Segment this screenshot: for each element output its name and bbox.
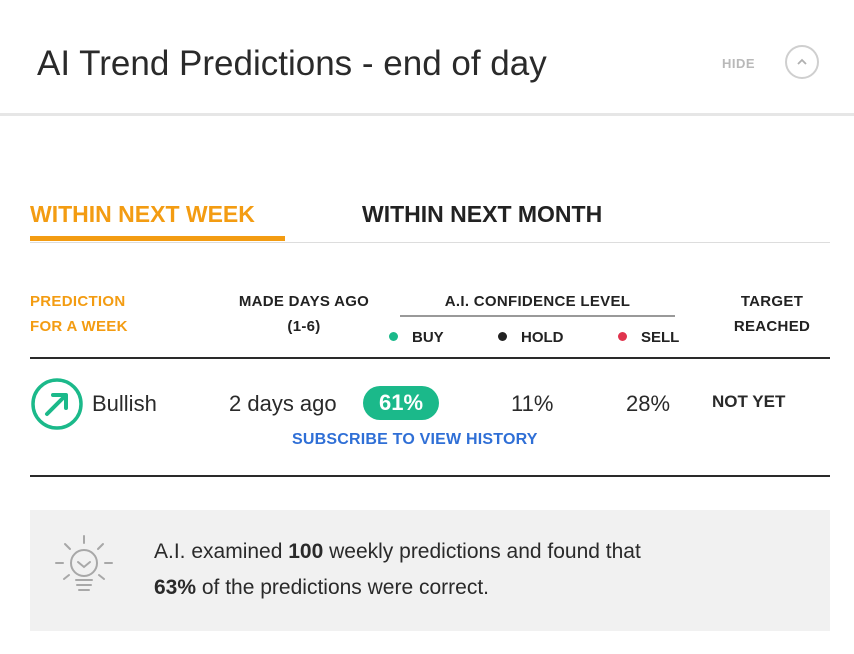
column-header-prediction-line2: FOR A WEEK	[30, 318, 128, 335]
column-header-target-line2: REACHED	[733, 318, 811, 335]
target-reached-value: NOT YET	[712, 392, 786, 411]
confidence-header-underline	[400, 315, 675, 317]
days-ago-value: 2 days ago	[229, 391, 337, 416]
column-header-target-line1: TARGET	[740, 293, 804, 310]
tab-within-next-month[interactable]: WITHIN NEXT MONTH	[362, 201, 602, 228]
hold-dot-icon	[498, 332, 507, 341]
prediction-label: Bullish	[92, 391, 157, 416]
lightbulb-icon	[52, 532, 116, 602]
sell-confidence-value: 28%	[626, 391, 671, 416]
hold-confidence-value: 11%	[511, 391, 554, 416]
sell-dot-icon	[618, 332, 627, 341]
trend-up-arrow-icon	[30, 377, 84, 431]
column-header-made-line1: MADE DAYS AGO	[238, 293, 370, 310]
legend-hold: HOLD	[498, 325, 564, 350]
insight-text-a: A.I. examined	[154, 540, 289, 563]
tab-within-next-week[interactable]: WITHIN NEXT WEEK	[30, 201, 255, 228]
legend-hold-label: HOLD	[521, 329, 564, 346]
subscribe-history-link[interactable]: SUBSCRIBE TO VIEW HISTORY	[292, 431, 538, 449]
widget-title: AI Trend Predictions - end of day	[37, 44, 547, 83]
table-bottom-rule	[30, 475, 830, 477]
widget-header: AI Trend Predictions - end of day HIDE	[0, 0, 854, 116]
chevron-up-icon	[797, 58, 807, 65]
column-header-made-days-ago: MADE DAYS AGO (1-6)	[224, 289, 384, 339]
buy-dot-icon	[389, 332, 398, 341]
insight-text: A.I. examined 100 weekly predictions and…	[154, 534, 794, 606]
column-header-confidence: A.I. CONFIDENCE LEVEL	[444, 293, 631, 310]
insight-panel: A.I. examined 100 weekly predictions and…	[30, 510, 830, 631]
column-header-prediction: PREDICTION FOR A WEEK	[30, 289, 128, 339]
table-top-rule	[30, 357, 830, 359]
legend-buy-label: BUY	[412, 329, 444, 346]
active-tab-indicator	[30, 236, 285, 241]
column-header-prediction-line1: PREDICTION	[30, 293, 126, 310]
legend-sell: SELL	[618, 325, 679, 350]
buy-confidence-badge: 61%	[363, 386, 439, 420]
legend-buy: BUY	[389, 325, 444, 350]
insight-text-b: weekly predictions and found that	[323, 540, 641, 563]
insight-text-c: of the predictions were correct.	[196, 576, 489, 599]
period-tabs: WITHIN NEXT WEEK WITHIN NEXT MONTH	[30, 195, 830, 243]
insight-percent: 63%	[154, 576, 197, 599]
hide-button[interactable]: HIDE	[722, 56, 755, 71]
insight-count: 100	[288, 540, 324, 563]
collapse-button[interactable]	[785, 45, 819, 79]
legend-sell-label: SELL	[641, 329, 680, 346]
column-header-made-line2: (1-6)	[287, 318, 321, 335]
column-header-target-reached: TARGET REACHED	[724, 289, 820, 339]
